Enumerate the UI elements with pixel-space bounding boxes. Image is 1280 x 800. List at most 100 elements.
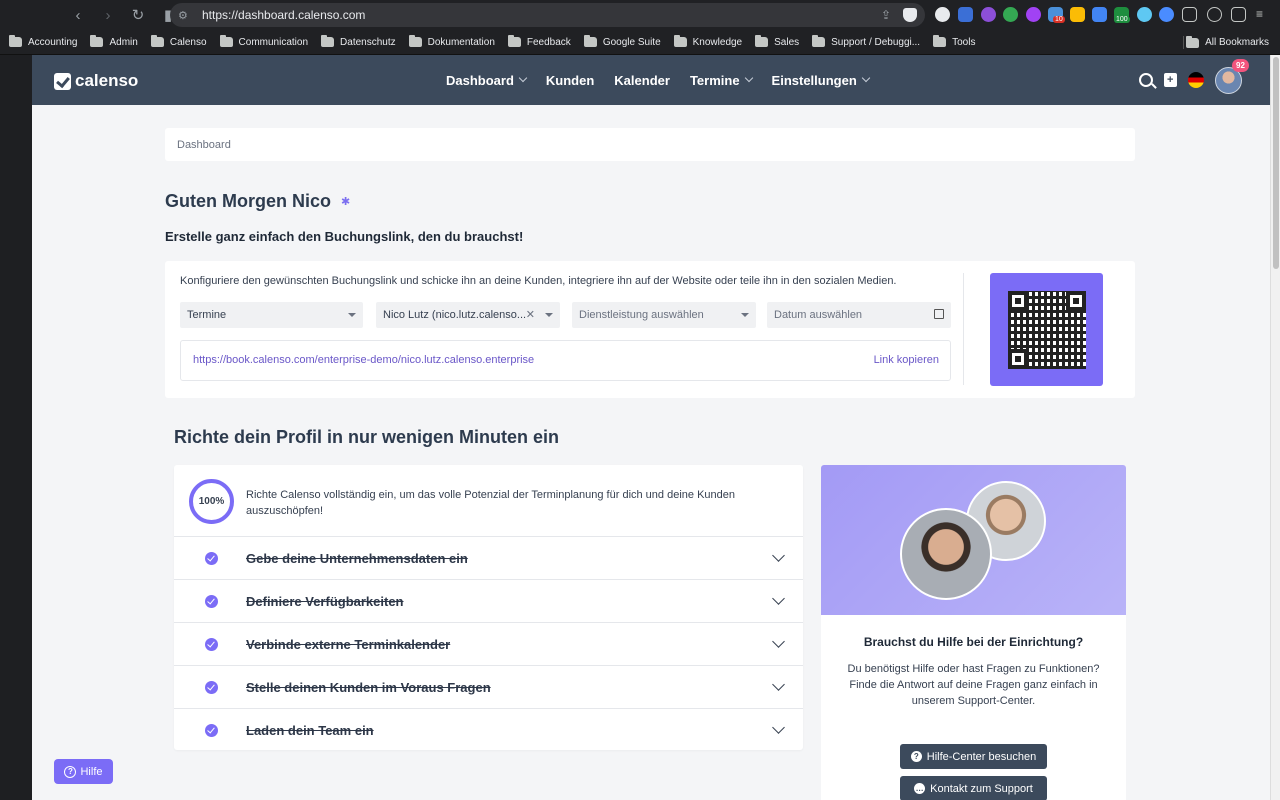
setup-step[interactable]: Stelle deinen Kunden im Voraus Fragen — [174, 665, 803, 708]
window-edge — [0, 55, 32, 800]
setup-step[interactable]: Definiere Verfügbarkeiten — [174, 579, 803, 622]
bookmark-folder[interactable]: Dokumentation — [408, 35, 495, 48]
sidebar-icon[interactable] — [1231, 7, 1246, 22]
nav-item[interactable]: Kalender — [614, 73, 670, 88]
puzzle-icon[interactable] — [1182, 7, 1197, 22]
chevron-down-icon[interactable] — [772, 549, 785, 562]
breadcrumb: Dashboard — [165, 128, 1135, 161]
caret-down-icon — [741, 313, 749, 317]
folder-icon — [507, 35, 521, 47]
share-icon[interactable]: ⇪ — [881, 8, 891, 22]
folder-icon — [408, 35, 422, 47]
extension-icon-2[interactable] — [958, 7, 973, 22]
chevron-down-icon[interactable] — [772, 721, 785, 734]
extension-icon-10[interactable] — [1137, 7, 1152, 22]
folder-icon — [933, 35, 947, 47]
setup-heading: Richte dein Profil in nur wenigen Minute… — [174, 427, 560, 447]
type-select[interactable]: Termine — [180, 302, 363, 328]
menu-icon[interactable]: ≡ — [1256, 7, 1271, 22]
extension-icon-8[interactable] — [1092, 7, 1107, 22]
bookmark-folder[interactable]: Support / Debuggi... — [812, 35, 921, 48]
booking-link-url[interactable]: https://book.calenso.com/enterprise-demo… — [193, 354, 534, 366]
bookmark-folder[interactable]: Calenso — [150, 35, 207, 48]
date-picker[interactable]: Datum auswählen — [767, 302, 951, 328]
bookmark-folder[interactable]: Datenschutz — [321, 35, 396, 48]
help-card: Brauchst du Hilfe bei der Einrichtung? D… — [821, 465, 1126, 800]
setup-step[interactable]: Verbinde externe Terminkalender — [174, 622, 803, 665]
setup-step[interactable]: Gebe deine Unternehmensdaten ein — [174, 536, 803, 579]
worker-select[interactable]: Nico Lutz (nico.lutz.calenso... ✕ — [376, 302, 560, 328]
nav-item[interactable]: Kunden — [546, 73, 594, 88]
chevron-down-icon[interactable] — [772, 635, 785, 648]
clear-icon[interactable]: ✕ — [526, 308, 535, 321]
check-icon — [205, 724, 218, 737]
forward-icon[interactable]: › — [100, 7, 116, 24]
chat-icon: … — [914, 783, 926, 794]
help-center-label: Hilfe-Center besuchen — [926, 750, 1037, 763]
check-icon — [205, 681, 218, 694]
site-settings-icon[interactable]: ⚙ — [178, 9, 194, 22]
bookmark-folder[interactable]: Admin — [90, 35, 138, 48]
search-icon[interactable] — [1139, 73, 1153, 87]
extension-icon-11[interactable] — [1159, 7, 1174, 22]
nav-item[interactable]: Dashboard — [446, 73, 528, 88]
setup-step[interactable]: Laden dein Team ein — [174, 708, 803, 751]
folder-icon — [9, 35, 22, 47]
user-avatar[interactable]: 92 — [1215, 58, 1249, 94]
copy-link-button[interactable]: Link kopieren — [874, 354, 939, 366]
brave-shield-icon[interactable] — [903, 8, 917, 22]
qr-code-tile[interactable] — [990, 273, 1103, 386]
logo-text: calenso — [75, 71, 139, 90]
floating-help-button[interactable]: ? Hilfe — [54, 759, 113, 784]
german-flag-icon[interactable] — [1188, 72, 1204, 88]
calenso-logo[interactable]: calenso — [54, 71, 138, 91]
extension-icon-5[interactable] — [1026, 7, 1041, 22]
page-scrollbar[interactable] — [1270, 55, 1280, 800]
bookmarks-bar: Accounting Admin Calenso Communication Daten… — [0, 30, 1280, 55]
folder-icon — [90, 35, 104, 47]
booking-link-description: Konfiguriere den gewünschten Buchungslin… — [180, 275, 897, 287]
app-header: calenso Dashboard Kunden Kalender Termine Ei… — [32, 55, 1270, 105]
media-icon[interactable] — [1207, 7, 1222, 22]
chevron-down-icon[interactable] — [772, 678, 785, 691]
gear-icon[interactable]: ✱ — [341, 195, 350, 208]
bookmark-folder[interactable]: Sales — [755, 35, 800, 48]
help-center-button[interactable]: ? Hilfe-Center besuchen — [900, 744, 1047, 769]
extension-icon-3[interactable] — [981, 7, 996, 22]
folder-icon — [150, 35, 164, 47]
extension-icon-4[interactable] — [1003, 7, 1018, 22]
bookmark-folder[interactable]: Tools — [933, 35, 975, 48]
help-banner — [821, 465, 1126, 615]
address-bar[interactable]: ⚙ https://dashboard.calenso.com ⇪ — [170, 3, 925, 27]
back-icon[interactable]: ‹ — [70, 7, 86, 24]
chevron-down-icon[interactable] — [772, 592, 785, 605]
reload-icon[interactable]: ↻ — [130, 6, 146, 24]
bookmark-label: Datenschutz — [340, 36, 396, 48]
setup-step-label: Stelle deinen Kunden im Voraus Fragen — [246, 680, 491, 695]
add-appointment-icon[interactable] — [1164, 73, 1177, 87]
bookmark-folder[interactable]: Communication — [219, 35, 308, 48]
bookmark-label: Google Suite — [602, 36, 661, 48]
bookmark-folder[interactable]: Accounting — [9, 35, 77, 48]
bookmarks-separator — [1183, 36, 1184, 49]
bookmark-folder[interactable]: Feedback — [507, 35, 571, 48]
type-select-value: Termine — [187, 309, 227, 321]
contact-support-button[interactable]: … Kontakt zum Support — [900, 776, 1047, 800]
scrollbar-thumb[interactable] — [1273, 57, 1279, 269]
service-select[interactable]: Dienstleistung auswählen — [572, 302, 756, 328]
nav-item[interactable]: Termine — [690, 73, 753, 88]
all-bookmarks[interactable]: All Bookmarks — [1186, 30, 1269, 55]
extension-icon-7[interactable] — [1070, 7, 1085, 22]
setup-step-label: Gebe deine Unternehmensdaten ein — [246, 551, 468, 566]
folder-icon — [583, 35, 597, 47]
booking-link-field[interactable]: https://book.calenso.com/enterprise-demo… — [180, 340, 951, 381]
bookmark-label: Support / Debuggi... — [831, 36, 921, 48]
nav-item[interactable]: Einstellungen — [772, 73, 871, 88]
setup-intro: Richte Calenso vollständig ein, um das v… — [246, 489, 735, 517]
progress-ring: 100% — [189, 479, 234, 524]
bookmark-folder[interactable]: Google Suite — [583, 35, 661, 48]
bookmark-label: Sales — [774, 36, 800, 48]
bookmark-folder[interactable]: Knowledge — [673, 35, 742, 48]
extension-icon-1[interactable] — [935, 7, 950, 22]
progress-value: 100% — [198, 496, 225, 507]
